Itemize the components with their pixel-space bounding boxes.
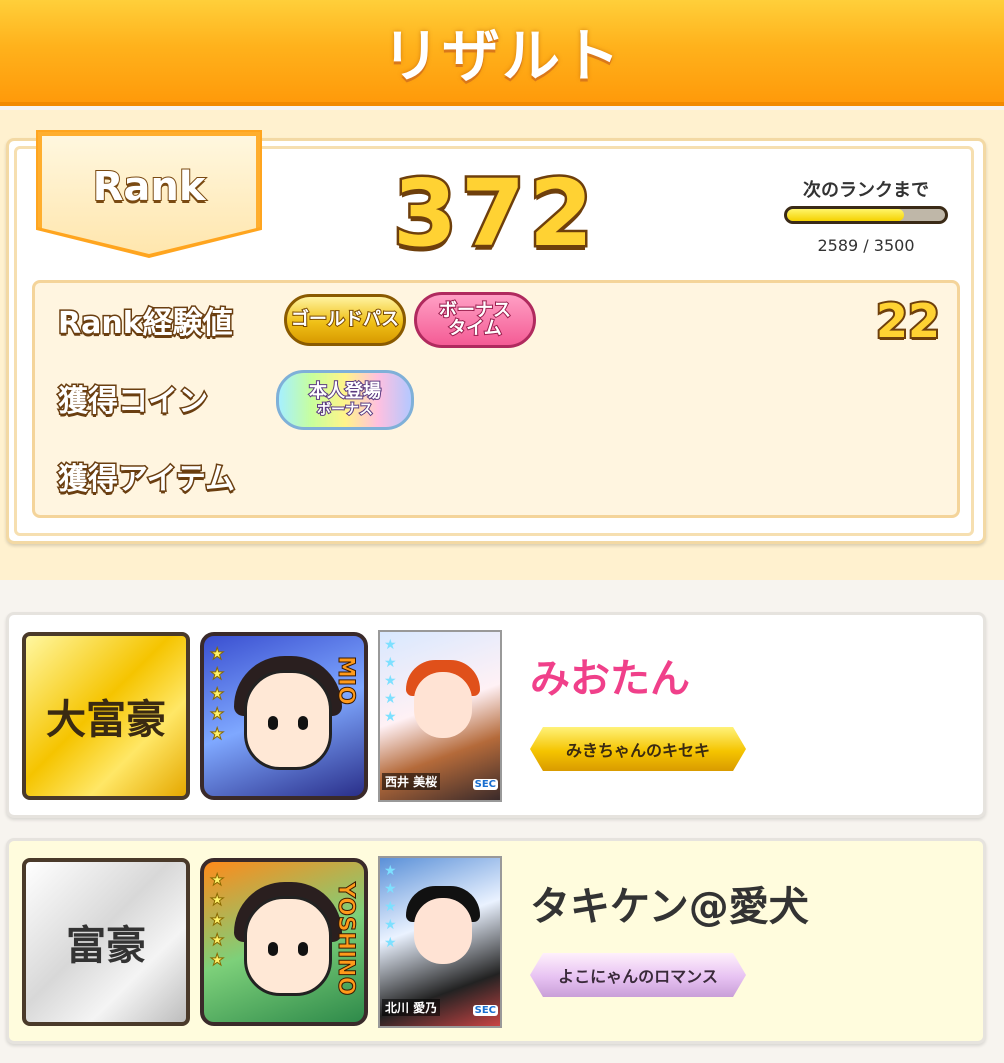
avatar-side-text: MIO	[333, 656, 359, 706]
player-avatar: ★ ★ ★ ★ ★ MIO	[200, 632, 368, 800]
member-photo: ★ ★ ★ ★ ★ 北川 愛乃 SEC	[378, 856, 502, 1028]
avatar-eye	[268, 942, 278, 956]
avatar-eye	[268, 716, 278, 730]
photo-member-name: 北川 愛乃	[382, 999, 441, 1016]
avatar-eye	[298, 942, 308, 956]
player-title-badge: 大富豪	[22, 632, 190, 800]
photo-member-name: 西井 美桜	[382, 773, 441, 790]
player-honor-label: よこにゃんのロマンス	[558, 967, 718, 986]
player-honor-badge: よこにゃんのロマンス	[530, 953, 746, 997]
player-title-label: 大富豪	[46, 697, 166, 743]
bonus-time-badge-label: ボーナスタイム	[438, 300, 512, 339]
player-honor-label: みきちゃんのキセキ	[565, 741, 710, 760]
avatar-face	[244, 670, 332, 770]
item-label: 獲得アイテム	[57, 461, 237, 499]
rank-tag-label: Rank	[92, 163, 207, 211]
rank-progress-fill	[787, 209, 904, 221]
page-title: リザルト	[381, 22, 622, 90]
player-name: みおたん	[530, 656, 690, 702]
player-title-label: 富豪	[66, 923, 146, 969]
rank-progress-text: 2589 / 3500	[817, 236, 915, 255]
rank-exp-label: Rank経験値	[57, 305, 235, 343]
star-rating-icon: ★ ★ ★ ★ ★	[210, 644, 225, 744]
bonus-time-badge: ボーナスタイム	[414, 292, 536, 348]
photo-face	[414, 672, 472, 738]
gold-pass-badge-label: ゴールドパス	[290, 309, 400, 330]
rank-value: 372	[390, 158, 598, 270]
player-avatar: ★ ★ ★ ★ ★ YOSHINO	[200, 858, 368, 1026]
gold-pass-badge: ゴールドパス	[284, 294, 406, 346]
coin-label: 獲得コイン	[57, 383, 210, 421]
self-appear-bonus-badge: 本人登場 ボーナス	[276, 370, 414, 430]
rank-progress-bar	[784, 206, 948, 224]
avatar-eye	[298, 716, 308, 730]
result-header: リザルト	[0, 0, 1004, 106]
player-honor-badge: みきちゃんのキセキ	[530, 727, 746, 771]
player-name: タキケン@愛犬	[530, 884, 809, 930]
avatar-side-text: YOSHINO	[333, 881, 359, 996]
star-rating-icon: ★ ★ ★ ★ ★	[210, 870, 225, 970]
player-title-badge: 富豪	[22, 858, 190, 1026]
photo-sec-badge: SEC	[472, 1005, 498, 1016]
rank-exp-value: 22	[874, 292, 942, 350]
photo-face	[414, 898, 472, 964]
self-appear-badge-line1: 本人登場	[308, 381, 382, 402]
photo-star-icon: ★ ★ ★ ★ ★	[384, 863, 397, 951]
avatar-face	[244, 896, 332, 996]
member-photo: ★ ★ ★ ★ ★ 西井 美桜 SEC	[378, 630, 502, 802]
next-rank-label: 次のランクまで	[803, 180, 929, 201]
photo-sec-badge: SEC	[472, 779, 498, 790]
self-appear-badge-line2: ボーナス	[316, 402, 374, 418]
photo-star-icon: ★ ★ ★ ★ ★	[384, 637, 397, 725]
